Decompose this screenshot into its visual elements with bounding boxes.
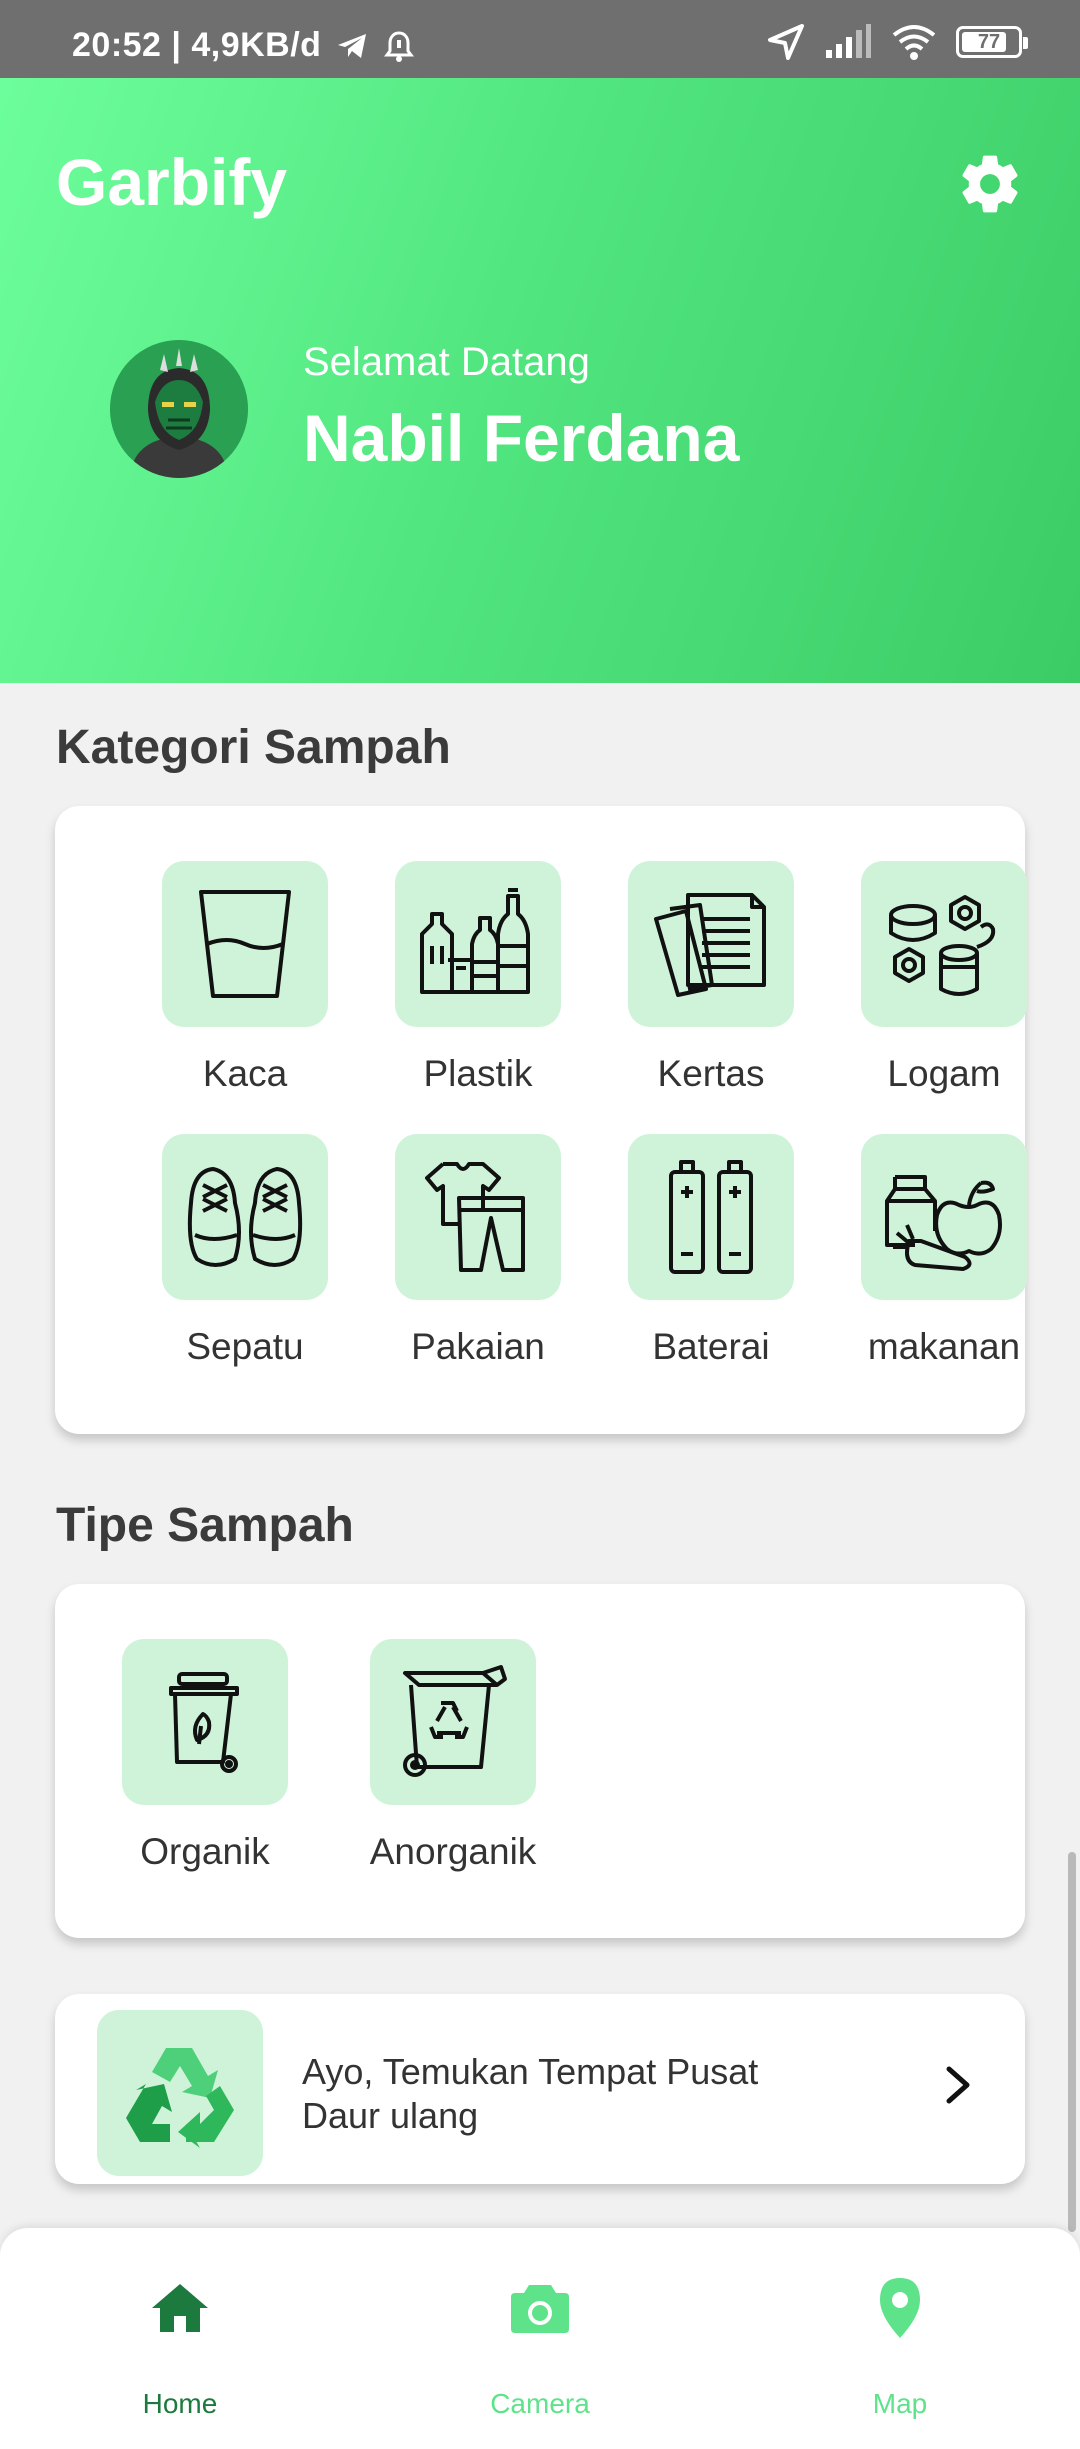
gear-icon — [962, 155, 1018, 213]
wifi-icon — [892, 25, 936, 60]
avatar[interactable] — [110, 340, 248, 478]
category-icon-box — [628, 861, 794, 1027]
header: Garbify Selamat Datang Nabil Ferdana — [0, 78, 1080, 683]
nav-map-label: Map — [872, 2388, 928, 2419]
user-avatar-icon — [110, 340, 248, 478]
nav-map[interactable]: Map — [780, 2268, 1020, 2420]
battery-indicator: 77 — [956, 26, 1028, 58]
map-pin-icon — [780, 2268, 1020, 2348]
status-icons: 77 — [766, 22, 1028, 62]
category-label: makanan — [867, 1326, 1021, 1367]
category-icon-box — [861, 1134, 1027, 1300]
nav-camera-label: Camera — [490, 2388, 590, 2419]
clothes-icon — [425, 1162, 525, 1272]
category-makanan[interactable]: makanan — [844, 1134, 1044, 1368]
location-arrow-icon — [768, 24, 804, 60]
scrollbar[interactable] — [1068, 1852, 1076, 2232]
food-icon — [885, 1175, 1002, 1271]
categories-title: Kategori Sampah — [56, 721, 451, 774]
shoes-icon — [187, 1167, 303, 1267]
type-icon-box — [370, 1639, 536, 1805]
category-label: Sepatu — [186, 1326, 304, 1367]
status-bar: 20:52 | 4,9KB/d 77 — [0, 0, 1080, 78]
recycle-bin-icon — [403, 1665, 507, 1777]
category-logam[interactable]: Logam — [844, 861, 1044, 1095]
recycle-center-banner[interactable]: Ayo, Temukan Tempat Pusat Daur ulang — [55, 1994, 1025, 2184]
battery-icon — [669, 1160, 753, 1274]
signal-icon — [826, 24, 871, 58]
types-title: Tipe Sampah — [56, 1499, 354, 1552]
nav-camera[interactable]: Camera — [420, 2268, 660, 2420]
nav-home[interactable]: Home — [60, 2268, 300, 2420]
app-title: Garbify — [56, 145, 288, 219]
category-label: Kaca — [202, 1053, 288, 1094]
category-icon-box — [395, 1134, 561, 1300]
plastic-bottles-icon — [420, 888, 530, 994]
type-icon-box — [122, 1639, 288, 1805]
settings-button[interactable] — [952, 146, 1028, 222]
alarm-icon — [384, 31, 414, 62]
chevron-right-icon[interactable] — [933, 2060, 983, 2110]
category-icon-box — [395, 861, 561, 1027]
categories-card: Kaca Plastik Kertas Logam Sepatu Pakaian… — [55, 806, 1027, 1434]
welcome-text: Selamat Datang — [303, 340, 590, 384]
recycle-icon-box — [97, 2010, 263, 2176]
status-time: 20:52 | 4,9KB/d — [72, 26, 322, 64]
category-label: Pakaian — [411, 1326, 545, 1367]
paper-icon — [654, 893, 766, 997]
category-kertas[interactable]: Kertas — [611, 861, 811, 1095]
category-label: Plastik — [423, 1053, 533, 1094]
category-sepatu[interactable]: Sepatu — [145, 1134, 345, 1368]
recycle-banner-text: Ayo, Temukan Tempat Pusat Daur ulang — [302, 2050, 862, 2138]
user-name: Nabil Ferdana — [303, 401, 740, 475]
category-icon-box — [861, 861, 1027, 1027]
battery-level: 77 — [977, 30, 1001, 53]
category-icon-box — [162, 861, 328, 1027]
organic-bin-icon — [169, 1672, 239, 1773]
type-organik[interactable]: Organik — [105, 1639, 305, 1873]
metal-icon — [889, 895, 996, 996]
category-plastik[interactable]: Plastik — [378, 861, 578, 1095]
category-kaca[interactable]: Kaca — [145, 861, 345, 1095]
category-label: Baterai — [652, 1326, 770, 1367]
type-label: Anorganik — [369, 1831, 537, 1872]
category-pakaian[interactable]: Pakaian — [378, 1134, 578, 1368]
category-label: Logam — [887, 1053, 1001, 1094]
category-baterai[interactable]: Baterai — [611, 1134, 811, 1368]
nav-home-label: Home — [142, 2388, 218, 2419]
camera-icon — [420, 2268, 660, 2348]
bottom-nav: Home Camera Map — [0, 2228, 1080, 2449]
telegram-icon — [338, 34, 366, 58]
category-label: Kertas — [657, 1053, 765, 1094]
type-label: Organik — [140, 1831, 270, 1872]
chevron-right-icon-svg — [946, 2066, 970, 2104]
types-card: Organik Anorganik — [55, 1584, 1025, 1938]
category-icon-box — [162, 1134, 328, 1300]
recycle-banner-line2: Daur ulang — [302, 2095, 479, 2136]
category-icon-box — [628, 1134, 794, 1300]
home-icon — [60, 2268, 300, 2348]
recycle-icon — [126, 2048, 234, 2148]
recycle-banner-line1: Ayo, Temukan Tempat Pusat — [302, 2051, 759, 2092]
type-anorganik[interactable]: Anorganik — [353, 1639, 553, 1873]
glass-icon — [199, 890, 291, 998]
